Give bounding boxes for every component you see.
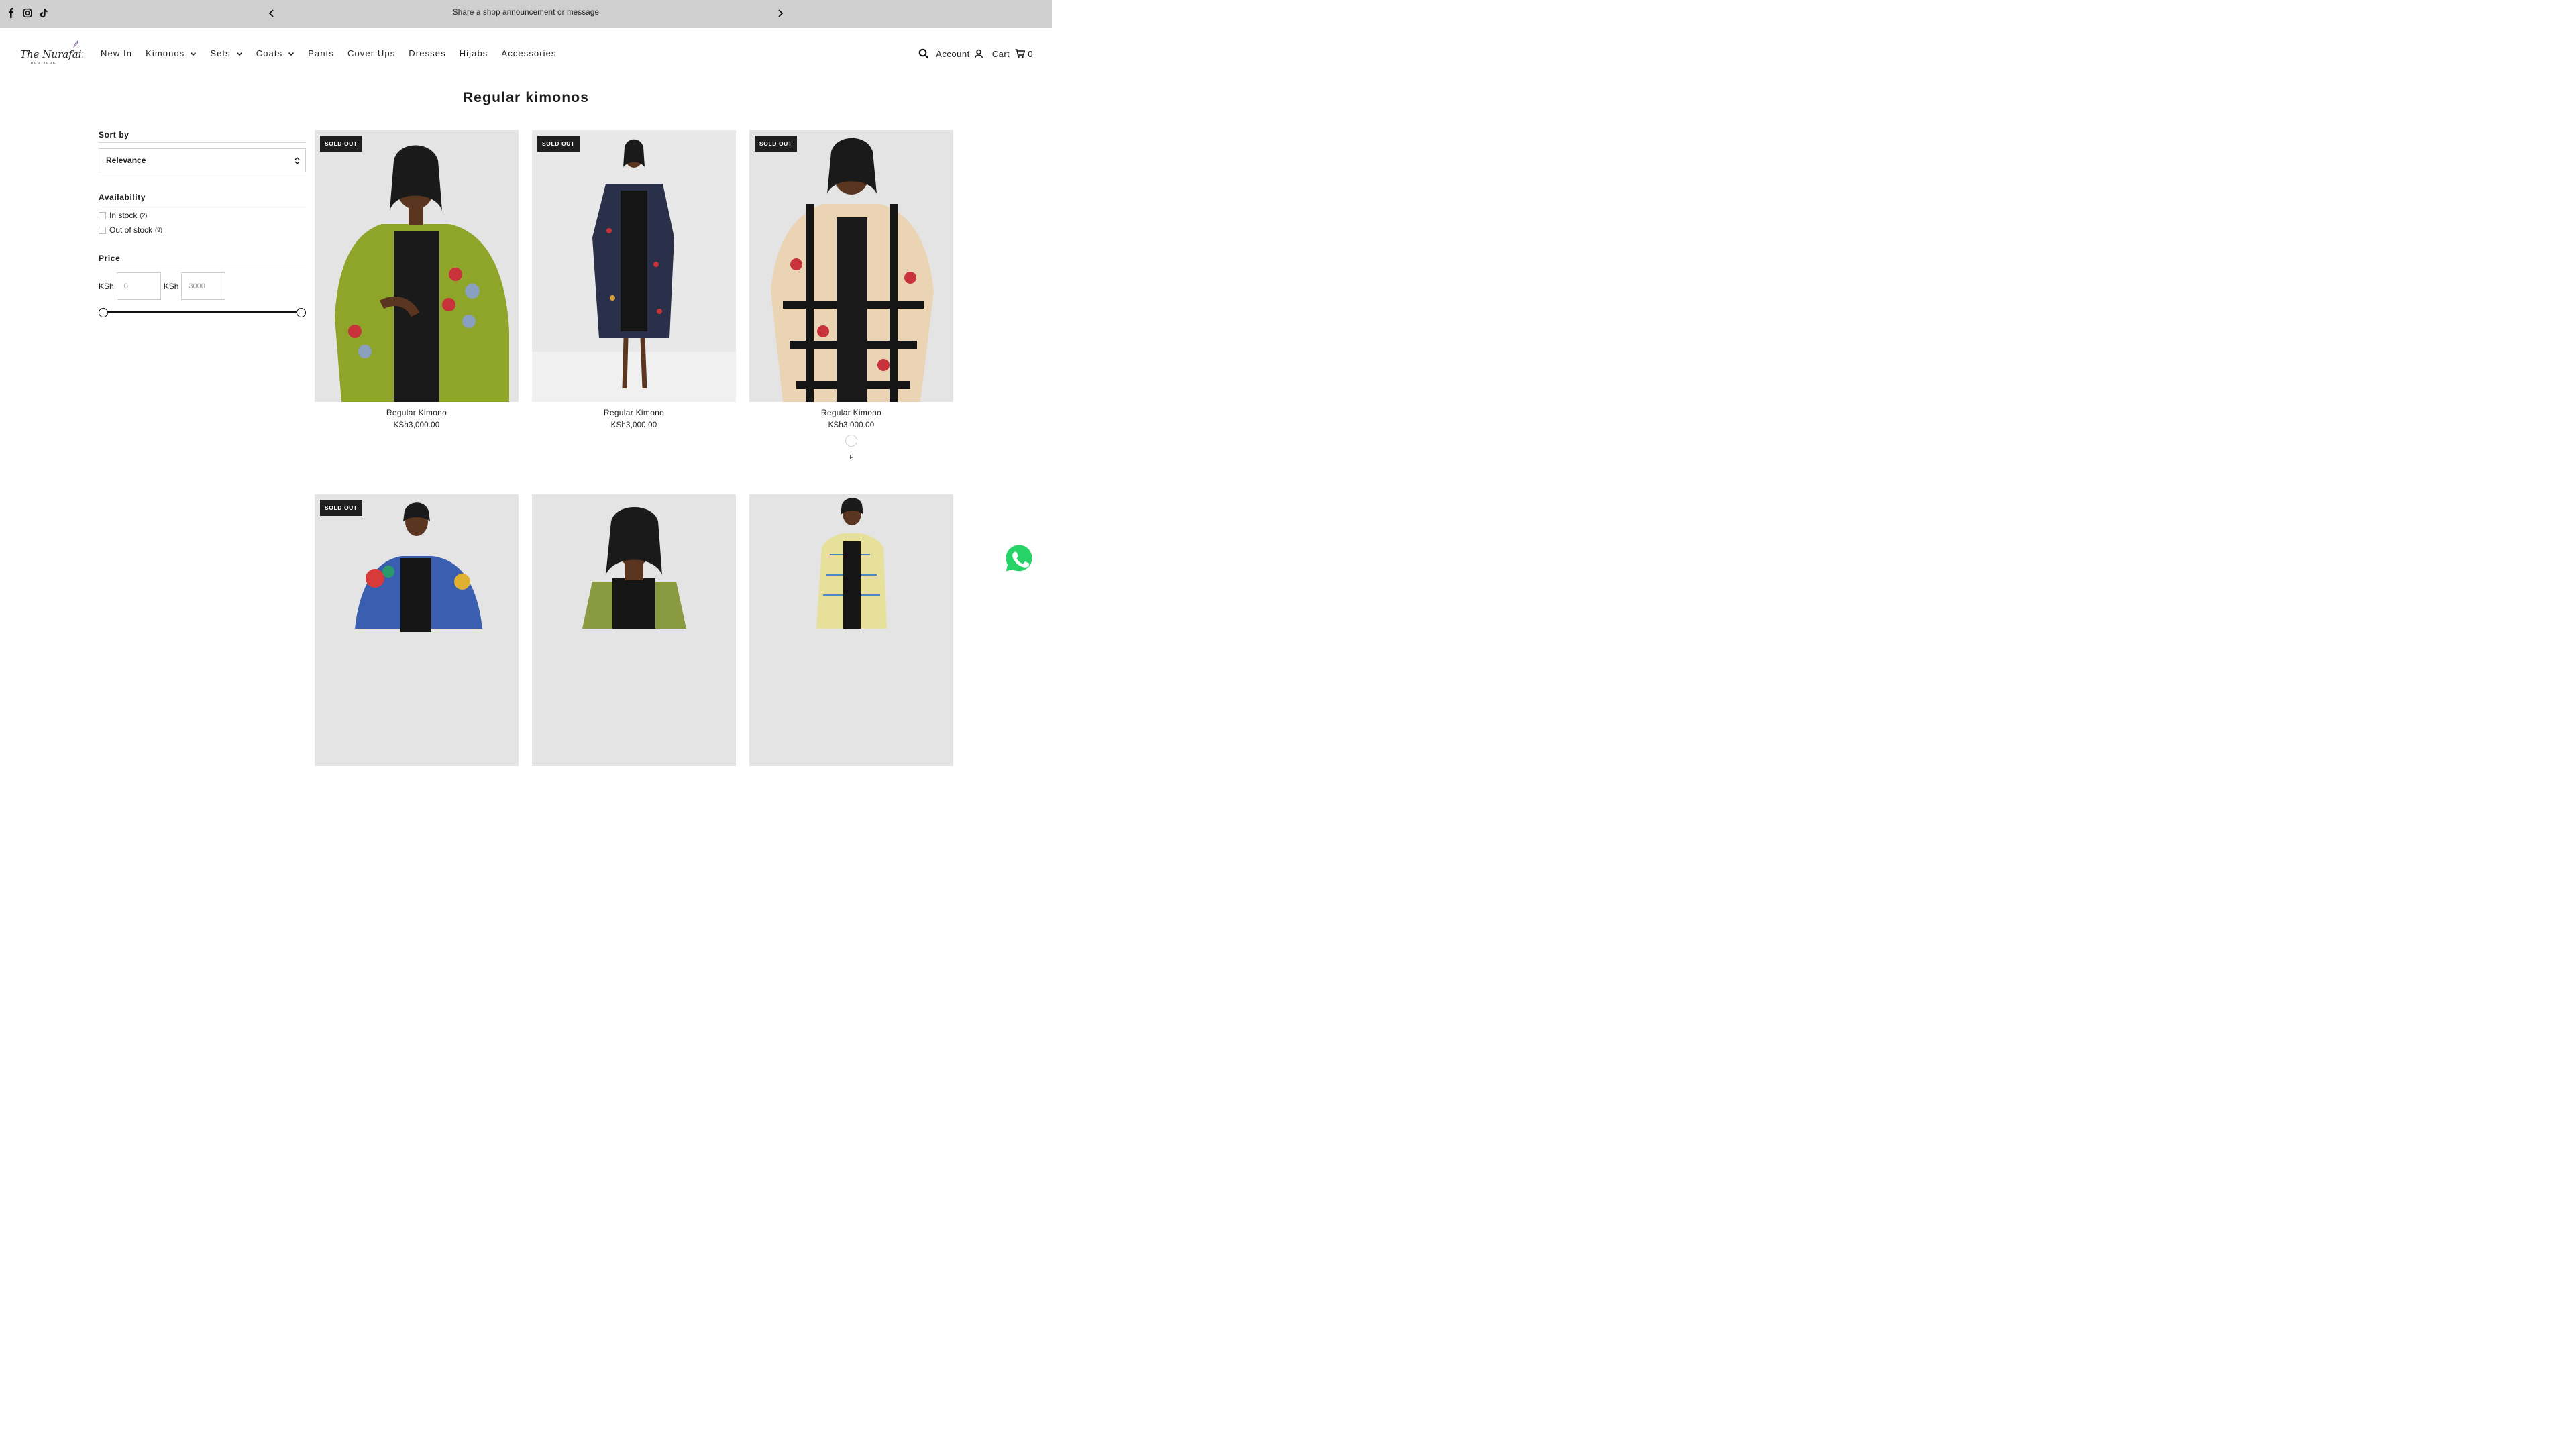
account-link[interactable]: Account [936,49,983,59]
announcement-bar: Share a shop announcement or message [0,0,1052,28]
color-swatch[interactable] [845,435,857,447]
currency-label: KSh [163,281,179,291]
account-label: Account [936,48,970,59]
nav-cover-ups[interactable]: Cover Ups [347,48,395,58]
availability-heading: Availability [99,193,306,205]
slider-max-handle[interactable] [297,308,306,317]
product-card[interactable]: SOLD OUT [315,494,519,766]
sold-out-badge: SOLD OUT [755,136,797,152]
nav-new-in[interactable]: New In [101,48,132,58]
announcement-prev-button[interactable] [266,8,277,19]
product-image[interactable]: SOLD OUT [315,494,519,766]
main-nav: New In Kimonos Sets Coats Pants Cover Up… [101,48,570,58]
price-range-inputs: KSh KSh [99,272,306,300]
product-name[interactable]: Regular Kimono [315,408,519,417]
filters-sidebar: Sort by Relevance Availability In stock … [99,130,306,318]
product-image[interactable] [532,494,736,766]
nav-label: Sets [210,48,231,58]
nav-label: Dresses [409,48,446,58]
nav-label: Cover Ups [347,48,396,58]
cart-link[interactable]: Cart 0 [992,49,1033,59]
product-image[interactable]: SOLD OUT [315,130,519,402]
product-card[interactable]: SOLD OUT Regular Kimono KSh3,000.00 F [749,130,953,460]
chevron-down-icon [236,52,242,56]
sort-value: Relevance [106,156,146,165]
chevron-down-icon [191,52,197,56]
announcement-text: Share a shop announcement or message [452,9,600,17]
price-heading: Price [99,254,306,266]
product-price: KSh3,000.00 [828,421,875,429]
instagram-icon[interactable] [23,8,32,18]
nav-dresses[interactable]: Dresses [409,48,445,58]
currency-label: KSh [99,281,114,291]
product-price: KSh3,000.00 [393,421,440,429]
filter-count: (9) [155,227,163,233]
logo-script: The Nurafains [20,48,83,60]
product-card[interactable]: SOLD OUT Regular Kimono KSh3,000.00 [532,130,736,429]
nav-label: Pants [308,48,334,58]
model-photo [315,130,519,402]
sold-out-badge: SOLD OUT [320,500,362,516]
announcement-next-button[interactable] [775,8,786,19]
price-min-input[interactable] [116,272,161,300]
model-photo [749,494,953,766]
nav-hijabs[interactable]: Hijabs [460,48,488,58]
checkbox[interactable] [99,226,106,234]
nav-label: Coats [256,48,283,58]
sort-select[interactable]: Relevance [99,148,306,172]
brand-logo[interactable]: The Nurafains BOUTIQUE [19,39,93,66]
product-card[interactable] [749,494,953,766]
filter-count: (2) [140,212,148,219]
header-actions: Account Cart 0 [918,48,1033,59]
nav-label: New In [101,48,133,58]
filter-out-of-stock[interactable]: Out of stock (9) [99,225,306,235]
slider-track [103,311,301,313]
product-name[interactable]: Regular Kimono [532,408,736,417]
page-title: Regular kimonos [462,90,590,105]
logo-subtitle: BOUTIQUE [31,61,56,64]
product-card[interactable] [532,494,736,766]
whatsapp-icon [1006,545,1032,572]
whatsapp-button[interactable] [1005,544,1033,572]
product-price: KSh3,000.00 [610,421,657,429]
filter-label: Out of stock [109,225,153,235]
facebook-icon[interactable] [7,8,16,18]
nav-label: Kimonos [146,48,185,58]
social-links [7,8,48,18]
slider-min-handle[interactable] [99,308,108,317]
cart-icon [1015,49,1026,58]
price-slider[interactable] [99,307,306,318]
nav-sets[interactable]: Sets [210,48,242,58]
nav-pants[interactable]: Pants [308,48,334,58]
sold-out-badge: SOLD OUT [537,136,580,152]
model-photo [532,130,736,402]
user-icon [974,49,983,58]
model-photo [749,130,953,402]
filter-label: In stock [109,211,138,220]
chevron-down-icon [288,52,294,56]
product-image[interactable]: SOLD OUT [749,130,953,402]
tiktok-icon[interactable] [39,8,48,18]
nav-coats[interactable]: Coats [256,48,294,58]
product-image[interactable]: SOLD OUT [532,130,736,402]
nav-label: Hijabs [459,48,488,58]
model-photo [532,494,736,766]
search-icon[interactable] [918,48,929,59]
size-option[interactable]: F [749,454,953,460]
sort-heading: Sort by [99,130,306,143]
cart-label: Cart [991,48,1010,59]
product-image[interactable] [749,494,953,766]
filter-in-stock[interactable]: In stock (2) [99,211,306,220]
nav-accessories[interactable]: Accessories [501,48,556,58]
product-name[interactable]: Regular Kimono [749,408,953,417]
model-photo [315,494,519,766]
select-arrows-icon [294,156,300,164]
nav-label: Accessories [501,48,557,58]
sold-out-badge: SOLD OUT [320,136,362,152]
cart-count: 0 [1028,48,1033,59]
checkbox[interactable] [99,211,106,219]
price-max-input[interactable] [181,272,226,300]
product-card[interactable]: SOLD OUT Regular Kimono KSh3,000.00 [315,130,519,429]
nav-kimonos[interactable]: Kimonos [146,48,197,58]
